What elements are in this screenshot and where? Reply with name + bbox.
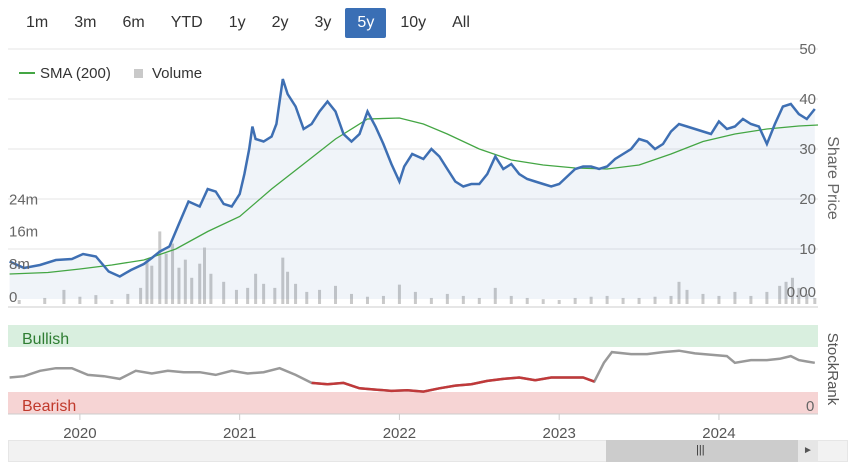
legend-volume-marker bbox=[134, 69, 143, 78]
legend-sma-label: SMA (200) bbox=[40, 65, 111, 82]
price-tick-label: 20 bbox=[799, 191, 816, 208]
legend: SMA (200) Volume bbox=[19, 65, 202, 82]
bearish-band bbox=[8, 392, 818, 414]
stockrank-axis-label: StockRank bbox=[824, 333, 841, 406]
rank-zero-tick: 0 bbox=[806, 398, 814, 415]
volume-tick-label: 16m bbox=[9, 224, 38, 241]
volume-tick-label: 24m bbox=[9, 191, 38, 208]
price-tick-label: 40 bbox=[799, 91, 816, 108]
price-area bbox=[9, 79, 815, 299]
legend-volume-label: Volume bbox=[152, 65, 202, 82]
price-tick-label: 30 bbox=[799, 141, 816, 158]
volume-tick-label: 0 bbox=[9, 289, 17, 306]
volume-tick-label: 8m bbox=[9, 256, 30, 273]
volume-bar bbox=[17, 299, 21, 304]
price-axis-label: Share Price bbox=[824, 136, 841, 220]
bullish-label: Bullish bbox=[22, 331, 69, 348]
stockrank-bearish-segment bbox=[311, 376, 595, 393]
bearish-label: Bearish bbox=[22, 398, 76, 415]
x-axis-ticks: 2020 2021 2022 2023 2024 bbox=[63, 414, 736, 442]
scroll-grip-icon[interactable]: ||| bbox=[696, 444, 705, 456]
stockrank-line bbox=[9, 349, 816, 393]
price-tick-label: 0.00 bbox=[787, 284, 816, 301]
bullish-band bbox=[8, 325, 818, 347]
stock-chart: 50 40 30 20 10 0.00 24m 16m 8m 0 Share Price SMA… bbox=[8, 41, 841, 442]
volume-bar bbox=[110, 299, 114, 304]
volume-bar bbox=[557, 299, 561, 304]
price-tick-label: 50 bbox=[799, 41, 816, 58]
price-tick-label: 10 bbox=[799, 241, 816, 258]
volume-bar bbox=[541, 299, 545, 304]
scroll-right-arrow-icon[interactable]: ► bbox=[798, 440, 818, 462]
